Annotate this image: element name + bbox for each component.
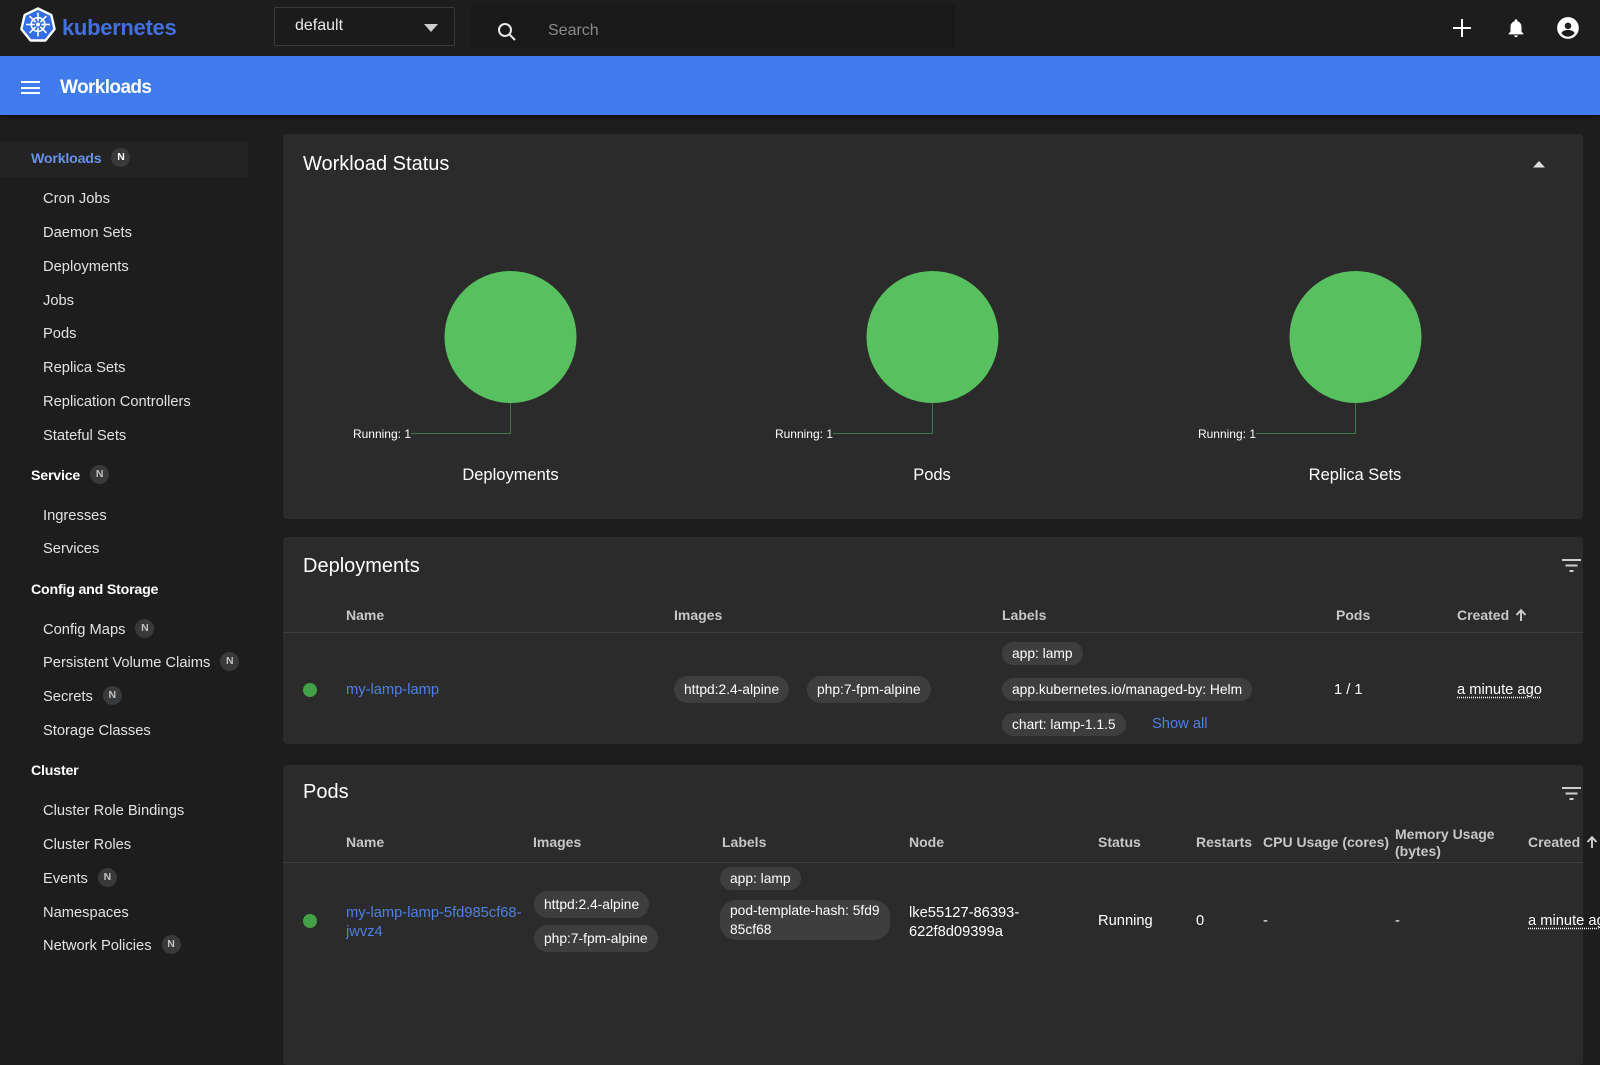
- svg-text:Running: 1: Running: 1: [1197, 427, 1255, 441]
- svg-text:Running: 1: Running: 1: [774, 427, 832, 441]
- svg-text:Running: 1: Running: 1: [353, 427, 411, 441]
